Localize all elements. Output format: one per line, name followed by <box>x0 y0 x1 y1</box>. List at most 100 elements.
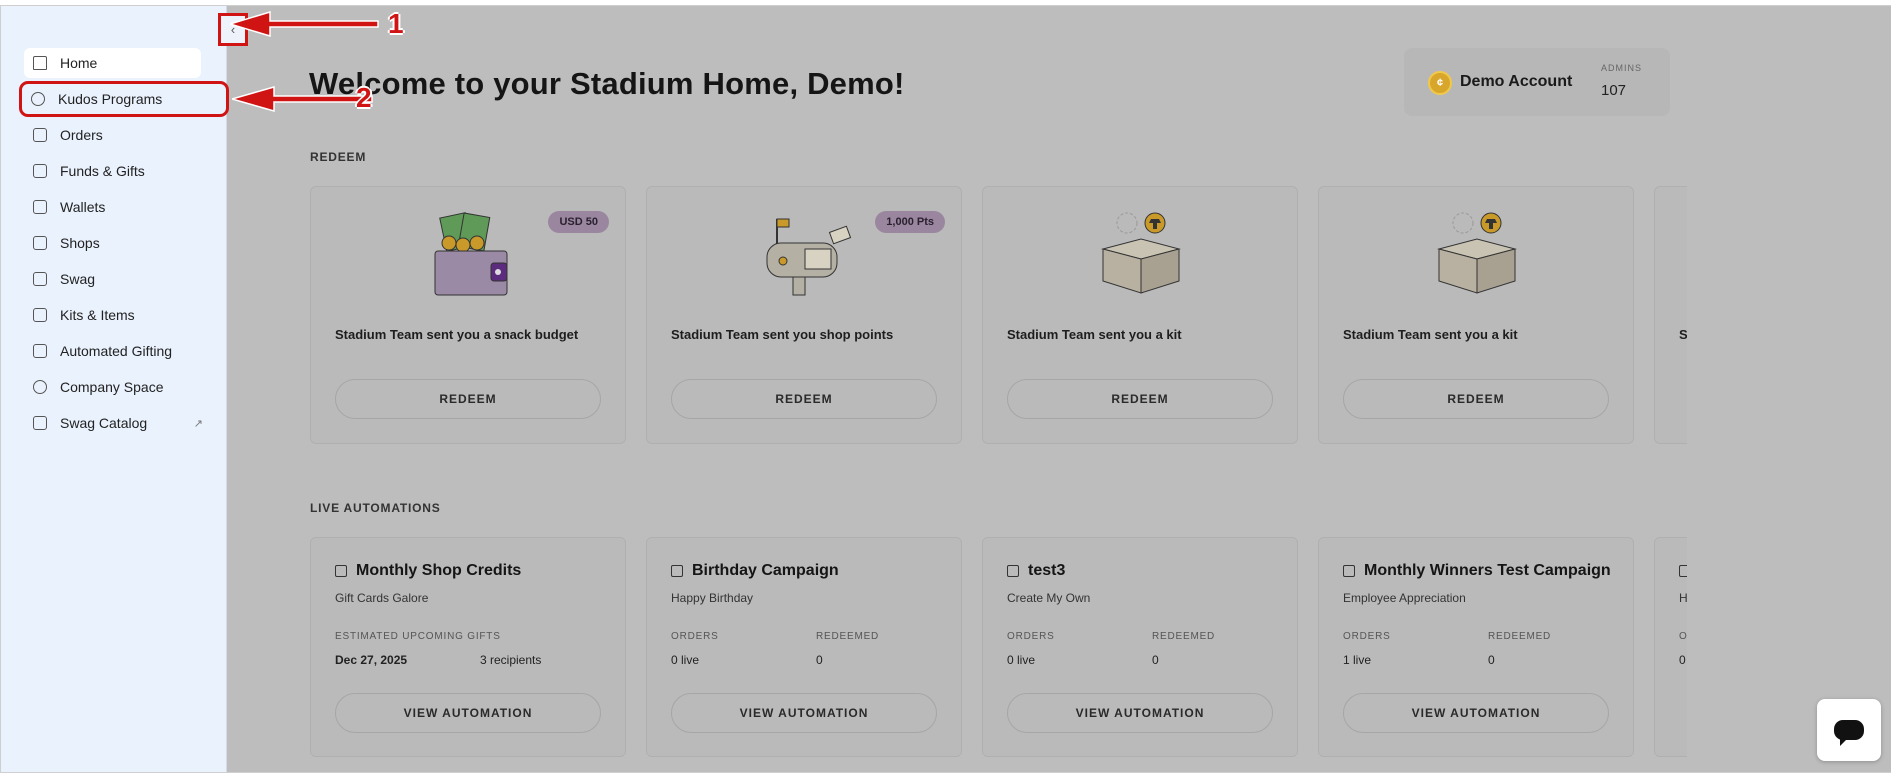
view-automation-button[interactable]: VIEW AUTOMATION <box>1343 693 1609 733</box>
automation-card: Monthly Winners Test Campaign Employee A… <box>1318 537 1634 757</box>
main-content: Welcome to your Stadium Home, Demo! ¢ De… <box>227 6 1891 772</box>
sidebar-item-wallets[interactable]: Wallets <box>24 192 201 222</box>
sidebar-item-label: Shops <box>60 235 100 251</box>
redeem-card-text: S <box>1679 327 1687 342</box>
calendar-clock-icon <box>1343 565 1355 577</box>
app-frame: Home Kudos Programs Orders Funds & Gifts… <box>0 5 1891 773</box>
meta-value: 0 <box>1152 653 1159 667</box>
meta-label: O <box>1679 631 1687 642</box>
account-name: Demo Account <box>1460 73 1573 90</box>
box-icon <box>33 308 47 322</box>
sidebar-item-home[interactable]: Home <box>24 48 201 78</box>
automation-subtitle: Happy Birthday <box>671 591 754 605</box>
mailbox-illustration <box>766 218 852 296</box>
calendar-clock-icon <box>1007 565 1019 577</box>
home-icon <box>33 56 47 70</box>
sidebar-item-shops[interactable]: Shops <box>24 228 201 258</box>
calendar-clock-icon <box>335 565 347 577</box>
meta-value: 0 <box>816 653 823 667</box>
coin-icon: ¢ <box>1428 71 1452 95</box>
meta-value: 0 live <box>1007 653 1036 667</box>
live-automations-section-label: LIVE AUTOMATIONS <box>310 501 441 515</box>
sidebar-item-label: Orders <box>60 127 103 143</box>
automation-card: H O 0 <box>1654 537 1687 757</box>
view-automation-button[interactable]: VIEW AUTOMATION <box>1007 693 1273 733</box>
meta-value: 1 live <box>1343 653 1372 667</box>
sidebar-item-label: Swag <box>60 271 96 287</box>
automation-title: Monthly Winners Test Campaign <box>1364 562 1611 579</box>
automation-title: Birthday Campaign <box>692 562 839 579</box>
automation-card: Monthly Shop Credits Gift Cards Galore E… <box>310 537 626 757</box>
amount-badge: USD 50 <box>548 211 609 233</box>
automation-title: test3 <box>1028 562 1066 579</box>
account-card[interactable]: ¢ Demo Account ADMINS 107 <box>1404 48 1670 116</box>
sidebar: Home Kudos Programs Orders Funds & Gifts… <box>1 6 229 772</box>
automation-card: Birthday Campaign Happy Birthday ORDERS … <box>646 537 962 757</box>
redeem-card: Stadium Team sent you a kit REDEEM <box>1318 186 1634 444</box>
sidebar-item-orders[interactable]: Orders <box>24 120 201 150</box>
amount-badge: 1,000 Pts <box>875 211 945 233</box>
gift-icon <box>33 164 47 178</box>
automation-subtitle: Gift Cards Galore <box>335 591 429 605</box>
sidebar-item-label: Funds & Gifts <box>60 163 145 179</box>
sidebar-item-label: Wallets <box>60 199 106 215</box>
wallet-icon <box>33 200 47 214</box>
sidebar-item-swag-catalog[interactable]: Swag Catalog ↗ <box>24 408 203 438</box>
sidebar-item-label: Home <box>60 55 98 71</box>
sidebar-item-funds-gifts[interactable]: Funds & Gifts <box>24 156 201 186</box>
meta-label: ESTIMATED UPCOMING GIFTS <box>335 631 501 642</box>
meta-label: REDEEMED <box>1152 631 1216 642</box>
redeem-card: S <box>1654 186 1687 444</box>
bag-icon <box>33 128 47 142</box>
sidebar-item-automated-gifting[interactable]: Automated Gifting <box>24 336 201 366</box>
sidebar-item-label: Company Space <box>60 379 164 395</box>
redeem-card-text: Stadium Team sent you a kit <box>1343 327 1518 342</box>
globe-icon <box>33 380 47 394</box>
view-automation-button[interactable]: VIEW AUTOMATION <box>335 693 601 733</box>
automation-subtitle: Employee Appreciation <box>1343 591 1466 605</box>
redeem-button[interactable]: REDEEM <box>1007 379 1273 419</box>
meta-value: 3 recipients <box>480 653 542 667</box>
sidebar-item-label: Kudos Programs <box>58 91 163 107</box>
box-illustration <box>1437 212 1517 294</box>
sidebar-item-kits-items[interactable]: Kits & Items <box>24 300 201 330</box>
sidebar-item-company-space[interactable]: Company Space <box>24 372 201 402</box>
calendar-icon <box>33 344 47 358</box>
admins-label: ADMINS <box>1601 63 1643 73</box>
store-icon <box>33 236 47 250</box>
redeem-button[interactable]: REDEEM <box>671 379 937 419</box>
redeem-card-text: Stadium Team sent you a kit <box>1007 327 1182 342</box>
redeem-button[interactable]: REDEEM <box>1343 379 1609 419</box>
view-automation-button[interactable]: VIEW AUTOMATION <box>671 693 937 733</box>
automation-title: Monthly Shop Credits <box>356 562 522 579</box>
sidebar-item-kudos-programs[interactable]: Kudos Programs <box>19 81 229 117</box>
shirt-icon <box>33 272 47 286</box>
redeem-cards: USD 50 Stadium Team sent you a snack bud… <box>310 186 1687 444</box>
meta-value: 0 <box>1488 653 1495 667</box>
sidebar-item-label: Swag Catalog <box>60 415 148 431</box>
admins-count: 107 <box>1601 82 1627 99</box>
sidebar-item-label: Automated Gifting <box>60 343 173 359</box>
chat-icon <box>1834 720 1864 746</box>
redeem-card-text: Stadium Team sent you shop points <box>671 327 894 342</box>
meta-label: ORDERS <box>671 631 719 642</box>
annotation-number-1: 1 <box>388 8 404 39</box>
meta-value: 0 live <box>671 653 700 667</box>
meta-label: REDEEMED <box>1488 631 1552 642</box>
sidebar-item-label: Kits & Items <box>60 307 135 323</box>
redeem-card: USD 50 Stadium Team sent you a snack bud… <box>310 186 626 444</box>
annotation-arrow-1 <box>230 10 379 38</box>
meta-label: ORDERS <box>1007 631 1055 642</box>
redeem-button[interactable]: REDEEM <box>335 379 601 419</box>
meta-value: Dec 27, 2025 <box>335 653 408 667</box>
sidebar-item-swag[interactable]: Swag <box>24 264 201 294</box>
award-icon <box>31 92 45 106</box>
chat-support-button[interactable] <box>1817 699 1881 761</box>
automation-cards: Monthly Shop Credits Gift Cards Galore E… <box>310 537 1687 757</box>
automation-card: test3 Create My Own ORDERS REDEEMED 0 li… <box>982 537 1298 757</box>
catalog-icon <box>33 416 47 430</box>
redeem-section-label: REDEEM <box>310 150 367 164</box>
redeem-card: Stadium Team sent you a kit REDEEM <box>982 186 1298 444</box>
wallet-money-illustration <box>434 212 508 296</box>
meta-label: ORDERS <box>1343 631 1391 642</box>
